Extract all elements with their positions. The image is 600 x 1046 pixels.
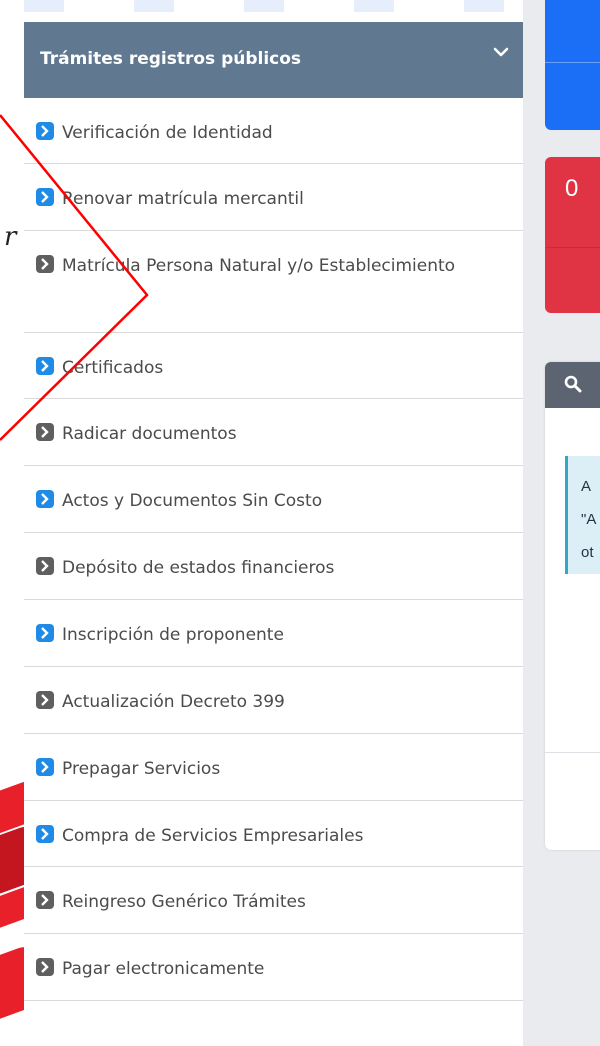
menu-title: Trámites registros públicos (40, 49, 302, 69)
sidebar-item[interactable]: Pagar electronicamente (24, 934, 523, 1001)
sidebar-item[interactable]: Matrícula Persona Natural y/o Establecim… (24, 231, 523, 333)
search-panel: A "A ot (545, 362, 600, 850)
background-decoration: r (0, 0, 24, 1046)
sidebar-menu: Trámites registros públicos Verificación… (24, 22, 523, 1046)
chevron-right-icon (36, 958, 54, 976)
sidebar-item-label: Radicar documentos (62, 424, 237, 444)
chevron-down-icon[interactable] (493, 44, 509, 64)
sidebar-item-label: Verificación de Identidad (62, 123, 273, 143)
sidebar-item-label: Pagar electronicamente (62, 959, 265, 979)
chevron-right-icon (36, 624, 54, 642)
chevron-right-icon (36, 691, 54, 709)
sidebar-item-label: Certificados (62, 358, 164, 378)
chevron-right-icon (36, 825, 54, 843)
sidebar-item[interactable]: Prepagar Servicios (24, 734, 523, 801)
background-letter: r (4, 222, 17, 252)
sidebar-item-label: Actualización Decreto 399 (62, 692, 285, 712)
sidebar-item-label: Reingreso Genérico Trámites (62, 892, 306, 912)
sidebar-item-label: Actos y Documentos Sin Costo (62, 491, 323, 511)
sidebar-item[interactable]: Depósito de estados financieros (24, 533, 523, 600)
menu-header[interactable]: Trámites registros públicos (24, 22, 523, 98)
card-divider (545, 62, 600, 63)
chevron-right-icon (36, 357, 54, 375)
sidebar-item-label: Compra de Servicios Empresariales (62, 826, 364, 846)
sidebar-item-label: Inscripción de proponente (62, 625, 284, 645)
sidebar-item[interactable]: Inscripción de proponente (24, 600, 523, 667)
chevron-right-icon (36, 891, 54, 909)
chevron-right-icon (36, 490, 54, 508)
card-divider (545, 247, 600, 248)
chevron-right-icon (36, 758, 54, 776)
chevron-right-icon (36, 423, 54, 441)
panel-footer-divider (545, 752, 600, 753)
sidebar-item[interactable]: Compra de Servicios Empresariales (24, 801, 523, 867)
info-alert-text: A "A ot (581, 478, 597, 561)
sidebar-item[interactable]: Actualización Decreto 399 (24, 667, 523, 734)
sidebar-item-label: Matrícula Persona Natural y/o Establecim… (62, 256, 456, 276)
sidebar-item[interactable]: Radicar documentos (24, 399, 523, 466)
search-panel-header[interactable] (545, 362, 600, 408)
blue-info-card[interactable] (545, 0, 600, 130)
sidebar-item[interactable]: Certificados (24, 333, 523, 399)
sidebar-item[interactable]: Verificación de Identidad (24, 98, 523, 164)
sidebar-item-label: Prepagar Servicios (62, 759, 221, 779)
counter-value: 0 (565, 175, 579, 202)
chevron-right-icon (36, 122, 54, 140)
top-banner-decoration (24, 0, 524, 12)
sidebar-item-label: Depósito de estados financieros (62, 558, 335, 578)
red-stripe (0, 941, 24, 1029)
chevron-right-icon (36, 188, 54, 206)
chevron-right-icon (36, 557, 54, 575)
sidebar-item[interactable]: Actos y Documentos Sin Costo (24, 466, 523, 533)
info-alert: A "A ot (565, 456, 600, 574)
sidebar-item[interactable]: Renovar matrícula mercantil (24, 164, 523, 231)
sidebar-item[interactable]: Reingreso Genérico Trámites (24, 867, 523, 934)
red-counter-card[interactable]: 0 (545, 157, 600, 313)
sidebar-item-label: Renovar matrícula mercantil (62, 189, 304, 209)
